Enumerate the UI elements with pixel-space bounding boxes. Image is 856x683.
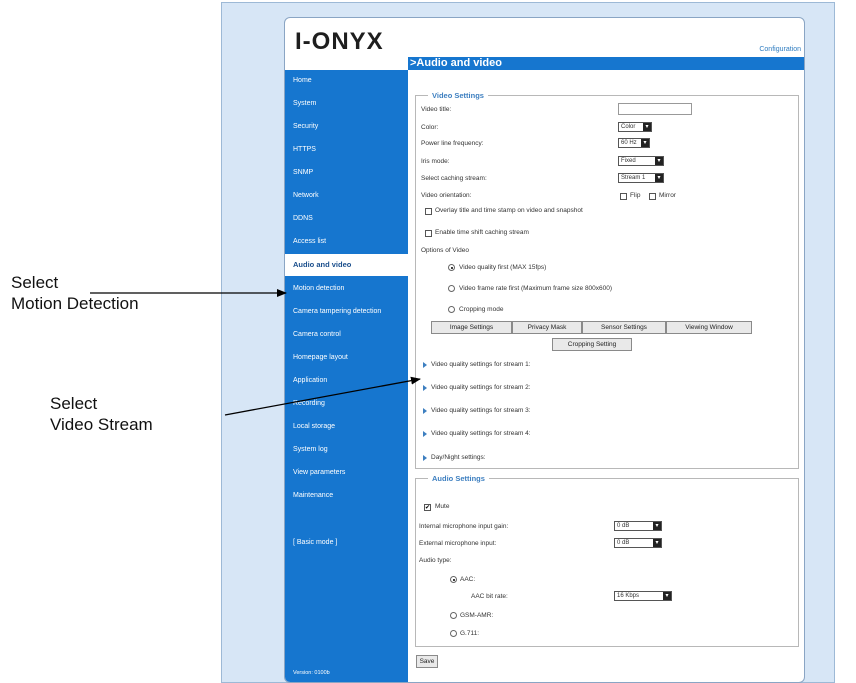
stream-callout-arrow (224, 376, 421, 416)
page: Select Motion Detection Select Video Str… (0, 0, 856, 683)
callout-arrows (90, 289, 421, 416)
